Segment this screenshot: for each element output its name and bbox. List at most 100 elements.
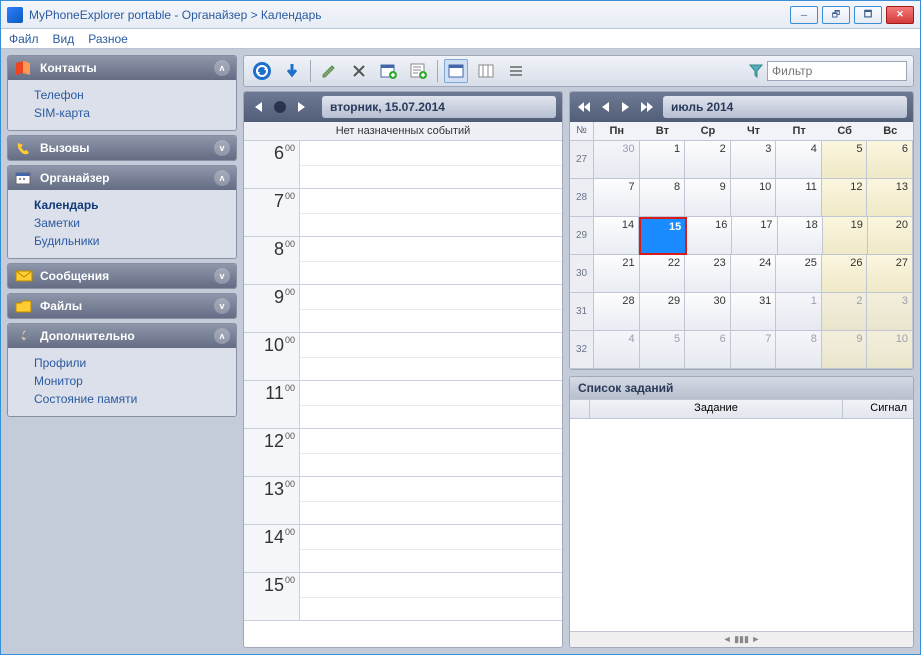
- calendar-day[interactable]: 27: [867, 255, 913, 293]
- calendar-day[interactable]: 9: [822, 331, 868, 369]
- panel-header-organizer[interactable]: Органайзер ʌ: [8, 166, 236, 190]
- maximize-button[interactable]: 🗖: [854, 6, 882, 24]
- calendar-day[interactable]: 15: [639, 217, 687, 255]
- restore-button[interactable]: 🗗: [822, 6, 850, 24]
- calendar-day[interactable]: 5: [640, 331, 686, 369]
- panel-header-contacts[interactable]: Контакты ʌ: [8, 56, 236, 80]
- close-button[interactable]: ✕: [886, 6, 914, 24]
- calendar-day[interactable]: 28: [594, 293, 640, 331]
- hour-cell[interactable]: [300, 237, 562, 284]
- hour-cell[interactable]: [300, 381, 562, 428]
- day-view-button[interactable]: [444, 59, 468, 83]
- menu-misc[interactable]: Разное: [88, 32, 128, 46]
- download-button[interactable]: [280, 59, 304, 83]
- calendar-day[interactable]: 7: [731, 331, 777, 369]
- next-month-button[interactable]: [618, 99, 634, 115]
- calendar-day[interactable]: 3: [867, 293, 913, 331]
- calendar-day[interactable]: 14: [594, 217, 639, 255]
- hour-cell[interactable]: [300, 477, 562, 524]
- next-year-button[interactable]: [639, 99, 655, 115]
- hour-row[interactable]: 1100: [244, 381, 562, 429]
- calendar-day[interactable]: 13: [867, 179, 913, 217]
- tasks-col-task[interactable]: Задание: [590, 400, 843, 418]
- calendar-day[interactable]: 31: [731, 293, 777, 331]
- minimize-button[interactable]: ─: [790, 6, 818, 24]
- calendar-day[interactable]: 8: [640, 179, 686, 217]
- calendar-day[interactable]: 1: [640, 141, 686, 179]
- sync-button[interactable]: [250, 59, 274, 83]
- hours-grid[interactable]: 600700800900100011001200130014001500: [244, 141, 562, 647]
- sidebar-item-monitor[interactable]: Монитор: [34, 372, 228, 390]
- calendar-day[interactable]: 23: [685, 255, 731, 293]
- calendar-day[interactable]: 5: [822, 141, 868, 179]
- tasks-col-signal[interactable]: Сигнал: [843, 400, 913, 418]
- calendar-day[interactable]: 8: [776, 331, 822, 369]
- next-day-button[interactable]: [294, 99, 310, 115]
- panel-header-extra[interactable]: Дополнительно ʌ: [8, 324, 236, 348]
- calendar-day[interactable]: 30: [594, 141, 640, 179]
- panel-header-files[interactable]: Файлы v: [8, 294, 236, 318]
- calendar-day[interactable]: 2: [822, 293, 868, 331]
- calendar-day[interactable]: 1: [776, 293, 822, 331]
- calendar-day[interactable]: 2: [685, 141, 731, 179]
- calendar-day[interactable]: 6: [867, 141, 913, 179]
- calendar-day[interactable]: 19: [823, 217, 868, 255]
- edit-button[interactable]: [317, 59, 341, 83]
- add-event-button[interactable]: [377, 59, 401, 83]
- calendar-day[interactable]: 29: [640, 293, 686, 331]
- filter-input[interactable]: [767, 61, 907, 81]
- hour-row[interactable]: 1200: [244, 429, 562, 477]
- calendar-day[interactable]: 6: [685, 331, 731, 369]
- calendar-day[interactable]: 11: [776, 179, 822, 217]
- hour-cell[interactable]: [300, 285, 562, 332]
- delete-button[interactable]: [347, 59, 371, 83]
- hour-row[interactable]: 1300: [244, 477, 562, 525]
- panel-header-messages[interactable]: Сообщения v: [8, 264, 236, 288]
- sidebar-item-calendar[interactable]: Календарь: [34, 196, 228, 214]
- sidebar-item-profiles[interactable]: Профили: [34, 354, 228, 372]
- calendar-day[interactable]: 9: [685, 179, 731, 217]
- list-view-button[interactable]: [504, 59, 528, 83]
- hour-row[interactable]: 800: [244, 237, 562, 285]
- calendar-day[interactable]: 3: [731, 141, 777, 179]
- sidebar-item-sim[interactable]: SIM-карта: [34, 104, 228, 122]
- tasks-col-check[interactable]: [570, 400, 590, 418]
- calendar-day[interactable]: 26: [822, 255, 868, 293]
- calendar-day[interactable]: 16: [687, 217, 732, 255]
- calendar-day[interactable]: 30: [685, 293, 731, 331]
- hour-row[interactable]: 700: [244, 189, 562, 237]
- calendar-day[interactable]: 25: [776, 255, 822, 293]
- hour-cell[interactable]: [300, 429, 562, 476]
- calendar-day[interactable]: 18: [778, 217, 823, 255]
- hour-row[interactable]: 900: [244, 285, 562, 333]
- sidebar-item-alarms[interactable]: Будильники: [34, 232, 228, 250]
- panel-header-calls[interactable]: Вызовы v: [8, 136, 236, 160]
- hour-cell[interactable]: [300, 573, 562, 620]
- hour-row[interactable]: 600: [244, 141, 562, 189]
- hour-cell[interactable]: [300, 333, 562, 380]
- add-task-button[interactable]: [407, 59, 431, 83]
- sidebar-item-notes[interactable]: Заметки: [34, 214, 228, 232]
- calendar-day[interactable]: 7: [594, 179, 640, 217]
- tasks-list[interactable]: [570, 419, 913, 631]
- week-view-button[interactable]: [474, 59, 498, 83]
- calendar-day[interactable]: 22: [640, 255, 686, 293]
- calendar-day[interactable]: 21: [594, 255, 640, 293]
- calendar-day[interactable]: 10: [731, 179, 777, 217]
- hour-row[interactable]: 1000: [244, 333, 562, 381]
- menu-file[interactable]: Файл: [9, 32, 39, 46]
- sidebar-item-phone[interactable]: Телефон: [34, 86, 228, 104]
- hour-cell[interactable]: [300, 189, 562, 236]
- tasks-scrollbar[interactable]: ◄ ▮▮▮ ►: [570, 631, 913, 647]
- today-button[interactable]: [272, 99, 288, 115]
- calendar-day[interactable]: 10: [867, 331, 913, 369]
- sidebar-item-memory[interactable]: Состояние памяти: [34, 390, 228, 408]
- calendar-day[interactable]: 4: [594, 331, 640, 369]
- prev-year-button[interactable]: [576, 99, 592, 115]
- calendar-day[interactable]: 20: [868, 217, 913, 255]
- hour-row[interactable]: 1400: [244, 525, 562, 573]
- hour-row[interactable]: 1500: [244, 573, 562, 621]
- calendar-day[interactable]: 17: [732, 217, 777, 255]
- hour-cell[interactable]: [300, 525, 562, 572]
- calendar-day[interactable]: 24: [731, 255, 777, 293]
